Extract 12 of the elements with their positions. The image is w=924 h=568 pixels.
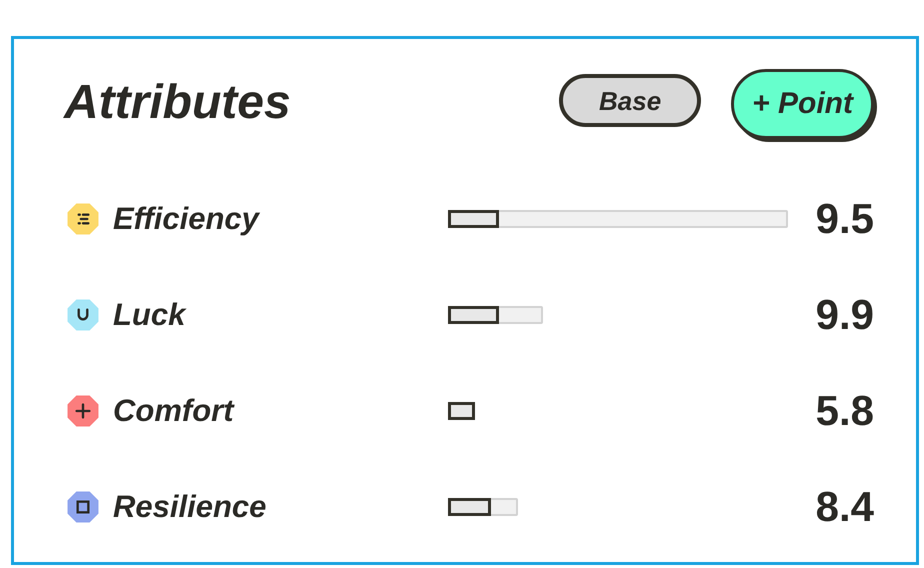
attribute-name: Resilience: [113, 488, 266, 526]
attribute-value: 5.8: [816, 390, 874, 432]
attribute-value: 8.4: [816, 486, 874, 528]
add-point-button[interactable]: + Point: [731, 69, 874, 139]
attribute-name: Efficiency: [113, 200, 259, 238]
attribute-value: 9.9: [816, 294, 874, 336]
base-button[interactable]: Base: [559, 74, 702, 127]
attribute-name: Luck: [113, 296, 186, 334]
card-title: Attributes: [64, 79, 292, 127]
bar-fill: [448, 402, 476, 420]
attribute-name: Comfort: [113, 392, 234, 430]
attribute-value: 9.5: [816, 198, 874, 240]
